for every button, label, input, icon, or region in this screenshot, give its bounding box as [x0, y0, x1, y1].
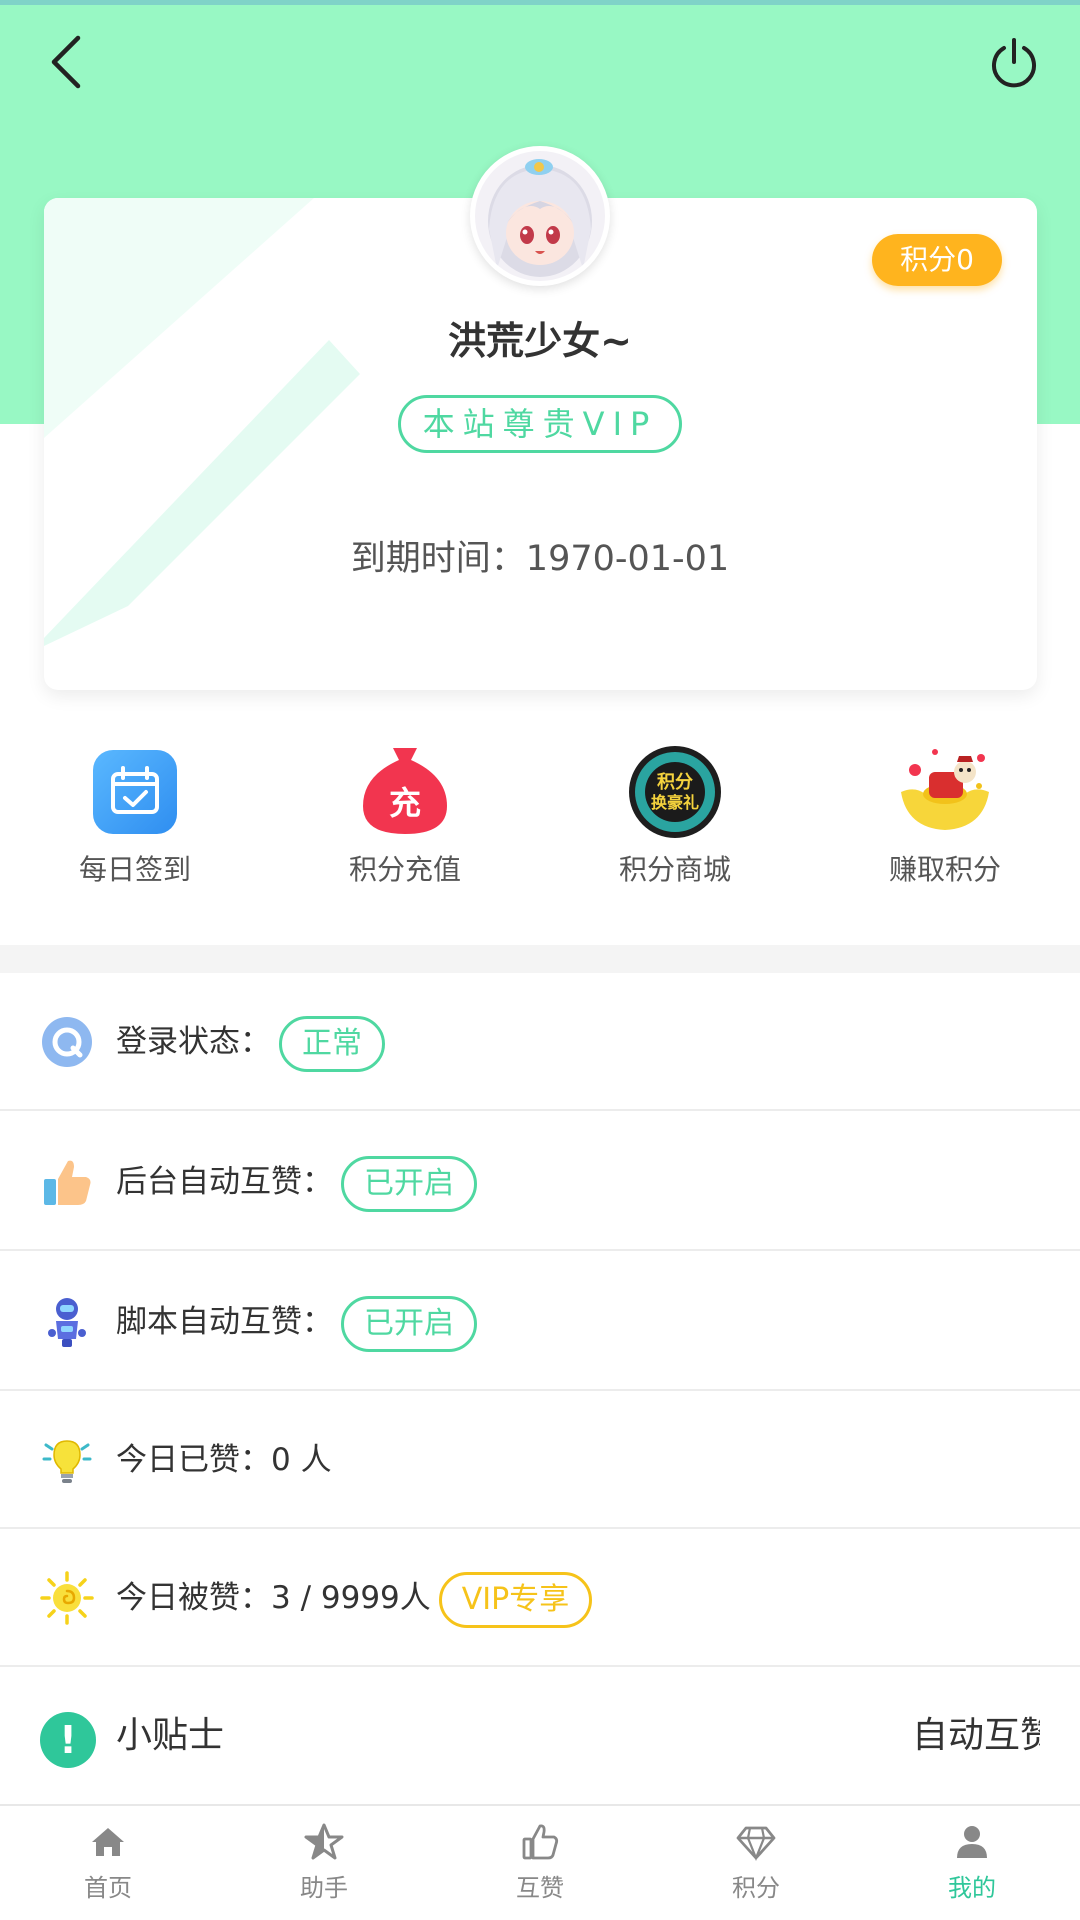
tab-assistant[interactable]: 助手 [216, 1806, 432, 1920]
q-circle-icon [42, 1017, 92, 1067]
recharge-bag-icon: 充 [363, 748, 447, 834]
svg-text:充: 充 [389, 784, 421, 822]
status-pill: 正常 [279, 1015, 385, 1072]
tab-label: 我的 [948, 1874, 996, 1902]
svg-text:换豪礼: 换豪礼 [651, 793, 699, 812]
tab-label: 首页 [84, 1874, 132, 1902]
exclamation-circle-icon: ! [40, 1712, 96, 1768]
tab-home[interactable]: 首页 [0, 1806, 216, 1920]
thumbs-up-icon [522, 1824, 559, 1860]
anime-girl-avatar-icon [475, 151, 605, 281]
points-mall-icon: 积分 换豪礼 [629, 746, 721, 838]
user-icon [957, 1826, 987, 1858]
status-row-background-like: 后台自动互赞： 已开启 [0, 1113, 1080, 1251]
gold-ingot-icon [901, 749, 989, 830]
star-icon [304, 1823, 344, 1860]
username: 洪荒少女~ [448, 319, 632, 363]
power-icon [992, 38, 1036, 88]
status-label: 今日已赞： [116, 1442, 271, 1478]
status-value: 0 人 [271, 1442, 332, 1478]
thumbs-up-icon [44, 1160, 91, 1205]
tab-label: 积分 [732, 1874, 780, 1902]
status-label: 今日被赞： [116, 1580, 271, 1616]
status-label: 登录状态： [116, 1024, 271, 1060]
chevron-left-icon [51, 35, 81, 89]
section-divider [0, 945, 1080, 973]
status-row-liked-today: 今日已赞：0 人 [0, 1391, 1080, 1529]
sun-icon [40, 1571, 94, 1625]
status-row-script-like: 脚本自动互赞： 已开启 [0, 1253, 1080, 1391]
quick-action-earn[interactable]: 赚取积分 [845, 742, 1045, 888]
tab-points[interactable]: 积分 [648, 1806, 864, 1920]
quick-action-mall[interactable]: 积分 换豪礼 积分商城 [575, 742, 775, 888]
avatar[interactable] [470, 146, 610, 286]
points-badge[interactable]: 积分0 [872, 234, 1002, 286]
expiry-value: 1970-01-01 [525, 539, 730, 579]
tab-mine[interactable]: 我的 [864, 1806, 1080, 1920]
status-label: 脚本自动互赞： [116, 1304, 333, 1340]
quick-action-recharge[interactable]: 充 积分充值 [305, 742, 505, 888]
tips-marquee: 自动互赞 [912, 1715, 1040, 1756]
expiry-label: 到期时间： [350, 539, 526, 579]
lightbulb-icon [42, 1440, 92, 1483]
status-pill: 已开启 [341, 1295, 477, 1352]
tips-row[interactable]: ! 小贴士 自动互赞 [0, 1668, 1080, 1804]
tab-label: 助手 [300, 1874, 348, 1902]
bottom-tab-bar: 首页 助手 互赞 积分 我的 [0, 1804, 1080, 1920]
status-pill: 已开启 [341, 1155, 477, 1212]
quick-action-label: 积分充值 [348, 853, 461, 886]
status-label: 后台自动互赞： [116, 1164, 333, 1200]
status-row-login: 登录状态： 正常 [0, 973, 1080, 1111]
robot-icon [48, 1298, 86, 1347]
diamond-icon [736, 1826, 776, 1861]
tab-mutual-like[interactable]: 互赞 [432, 1806, 648, 1920]
calendar-check-icon [93, 750, 177, 834]
quick-action-label: 赚取积分 [888, 853, 1001, 886]
status-row-received-today: 今日被赞：3 / 9999人 VIP专享 [0, 1529, 1080, 1667]
quick-action-label: 每日签到 [78, 853, 191, 886]
svg-text:积分: 积分 [657, 772, 693, 793]
status-value: 3 / 9999人 [271, 1580, 431, 1616]
logout-button[interactable] [978, 26, 1050, 98]
tab-label: 互赞 [516, 1874, 564, 1902]
expiry-date: 到期时间：1970-01-01 [0, 530, 1080, 581]
back-button[interactable] [30, 26, 102, 98]
home-icon [92, 1828, 124, 1856]
tips-title: 小贴士 [116, 1715, 225, 1756]
vip-exclusive-pill[interactable]: VIP专享 [438, 1571, 593, 1628]
quick-action-checkin[interactable]: 每日签到 [35, 742, 235, 888]
vip-tag: 本站尊贵VIP [398, 395, 682, 453]
quick-action-label: 积分商城 [618, 853, 731, 886]
